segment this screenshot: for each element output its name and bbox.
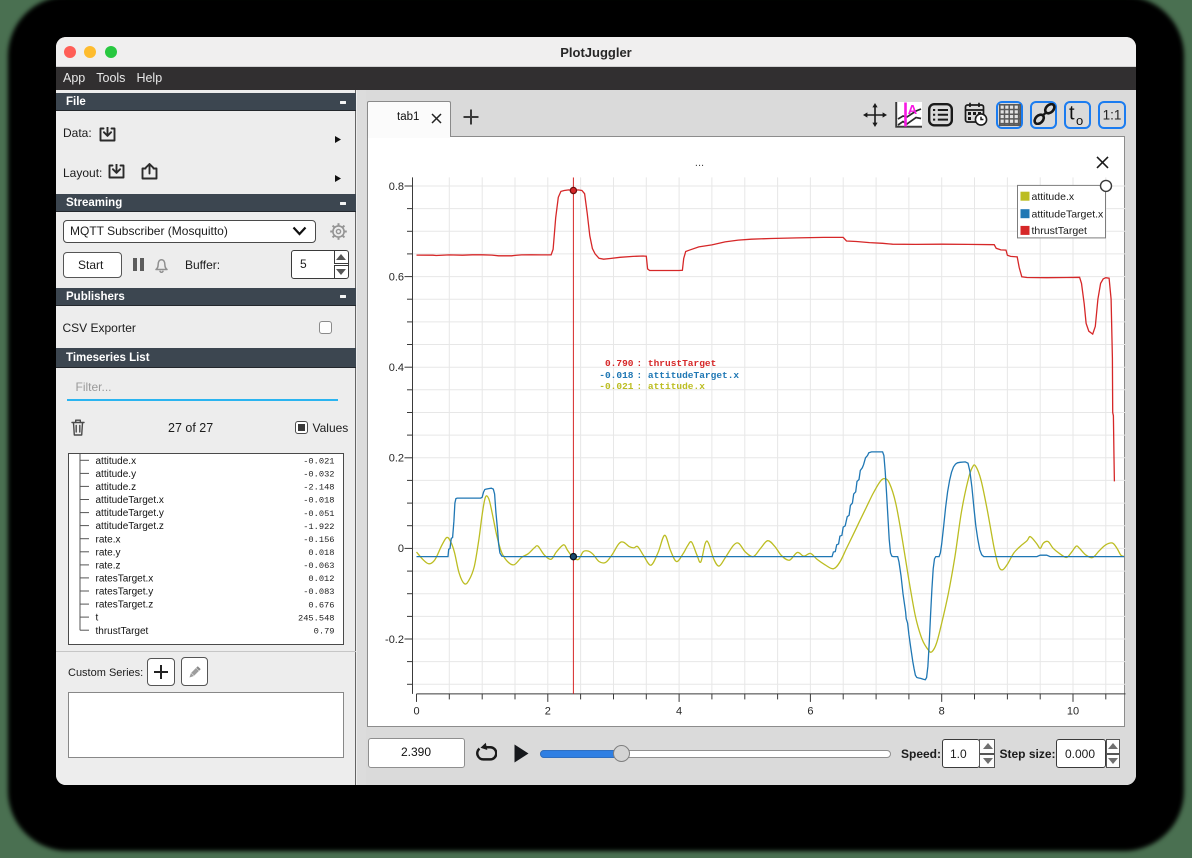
svg-text:A: A	[907, 102, 917, 117]
svg-text:-0.051: -0.051	[303, 508, 334, 518]
svg-text:: attitudeTarget.x: : attitudeTarget.x	[636, 369, 739, 380]
svg-text:0.2: 0.2	[388, 452, 403, 464]
svg-text:rate.x: rate.x	[95, 534, 120, 545]
svg-text:-0.2: -0.2	[385, 633, 404, 645]
svg-text:0.018: 0.018	[308, 548, 334, 558]
svg-text:attitudeTarget.z: attitudeTarget.z	[95, 521, 163, 532]
svg-text:rate.z: rate.z	[95, 560, 120, 571]
svg-text:0.79: 0.79	[313, 626, 334, 636]
svg-text:ratesTarget.x: ratesTarget.x	[95, 573, 153, 584]
svg-text:: thrustTarget: : thrustTarget	[636, 357, 716, 368]
svg-text:-0.021: -0.021	[303, 456, 334, 466]
svg-text:-2.148: -2.148	[303, 482, 334, 492]
svg-text:o: o	[1076, 113, 1083, 127]
svg-text:t: t	[95, 612, 98, 623]
svg-text:attitude.z: attitude.z	[95, 482, 136, 493]
svg-text:rate.y: rate.y	[95, 547, 120, 558]
svg-text:0.4: 0.4	[388, 362, 403, 374]
svg-text:-0.156: -0.156	[303, 534, 334, 544]
svg-text:0: 0	[413, 705, 419, 717]
svg-text:0.676: 0.676	[308, 600, 334, 610]
svg-text:6: 6	[807, 705, 813, 717]
svg-text:ratesTarget.z: ratesTarget.z	[95, 599, 153, 610]
svg-text:attitude.x: attitude.x	[1031, 190, 1074, 202]
svg-text:0.012: 0.012	[308, 574, 334, 584]
svg-text:-0.018: -0.018	[599, 369, 634, 380]
svg-text:...: ...	[694, 157, 703, 169]
svg-text:-0.063: -0.063	[303, 561, 334, 571]
svg-text:0: 0	[397, 543, 403, 555]
svg-text:-0.018: -0.018	[303, 495, 334, 505]
svg-text:-0.083: -0.083	[303, 587, 334, 597]
svg-text:0.6: 0.6	[388, 271, 403, 283]
svg-text:2: 2	[544, 705, 550, 717]
svg-text:t: t	[1069, 103, 1075, 125]
svg-text:0.790: 0.790	[604, 357, 633, 368]
svg-text:attitudeTarget.x: attitudeTarget.x	[95, 495, 163, 506]
svg-text:-0.032: -0.032	[303, 469, 334, 479]
svg-text:thrustTarget: thrustTarget	[1031, 225, 1087, 237]
svg-text:thrustTarget: thrustTarget	[95, 625, 148, 636]
svg-text:attitude.x: attitude.x	[95, 455, 136, 466]
svg-text:10: 10	[1066, 705, 1078, 717]
svg-text:: attitude.x: : attitude.x	[636, 380, 705, 391]
svg-text:245.548: 245.548	[298, 613, 335, 623]
svg-text:attitudeTarget.x: attitudeTarget.x	[1031, 208, 1104, 220]
svg-text:attitude.y: attitude.y	[95, 469, 136, 480]
svg-text:4: 4	[676, 705, 682, 717]
svg-text:8: 8	[938, 705, 944, 717]
svg-text:1:1: 1:1	[1103, 108, 1122, 123]
svg-text:0.8: 0.8	[388, 180, 403, 192]
svg-text:attitudeTarget.y: attitudeTarget.y	[95, 508, 163, 519]
svg-text:ratesTarget.y: ratesTarget.y	[95, 586, 153, 597]
svg-text:-1.922: -1.922	[303, 521, 334, 531]
svg-text:-0.021: -0.021	[599, 380, 634, 391]
